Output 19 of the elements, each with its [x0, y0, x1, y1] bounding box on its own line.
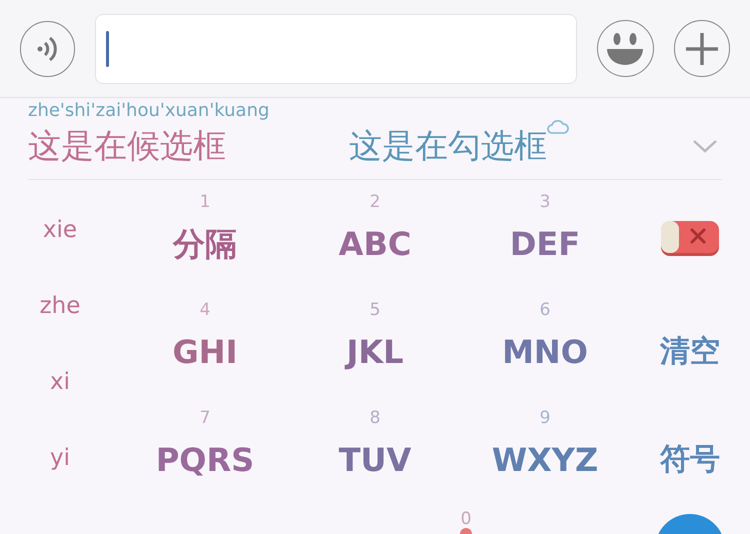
pinyin-option[interactable]: xi [50, 364, 70, 400]
candidate-word[interactable]: 这是在勾选框 [349, 124, 569, 168]
keyboard-key[interactable]: 2 ABC [290, 186, 460, 294]
pinyin-option[interactable]: yi [50, 440, 70, 476]
keyboard-key[interactable]: 清空 [660, 332, 720, 372]
keyboard-key[interactable]: 1 分隔 [120, 186, 290, 294]
keyboard-key[interactable]: 3 DEF [460, 186, 630, 294]
keyboard-key[interactable]: 7 PQRS [120, 402, 290, 510]
keyboard-key[interactable]: 4 GHI [120, 294, 290, 402]
pinyin-option[interactable]: xie [42, 212, 78, 248]
keyboard-key[interactable]: 9 WXYZ [460, 402, 630, 510]
keyboard-key[interactable]: 符号 [660, 440, 720, 480]
keyboard-key[interactable]: 6 MNO [460, 294, 630, 402]
pinyin-option[interactable]: zhe [40, 288, 80, 324]
keyboard-key[interactable]: 8 TUV [290, 402, 460, 510]
key-digit: 0 [460, 510, 472, 528]
keyboard-key[interactable]: 5 JKL [290, 294, 460, 402]
candidate-word[interactable]: 这是在候选框 [28, 124, 349, 168]
pinyin-composition: zhe'shi'zai'hou'xuan'kuang [28, 99, 270, 123]
